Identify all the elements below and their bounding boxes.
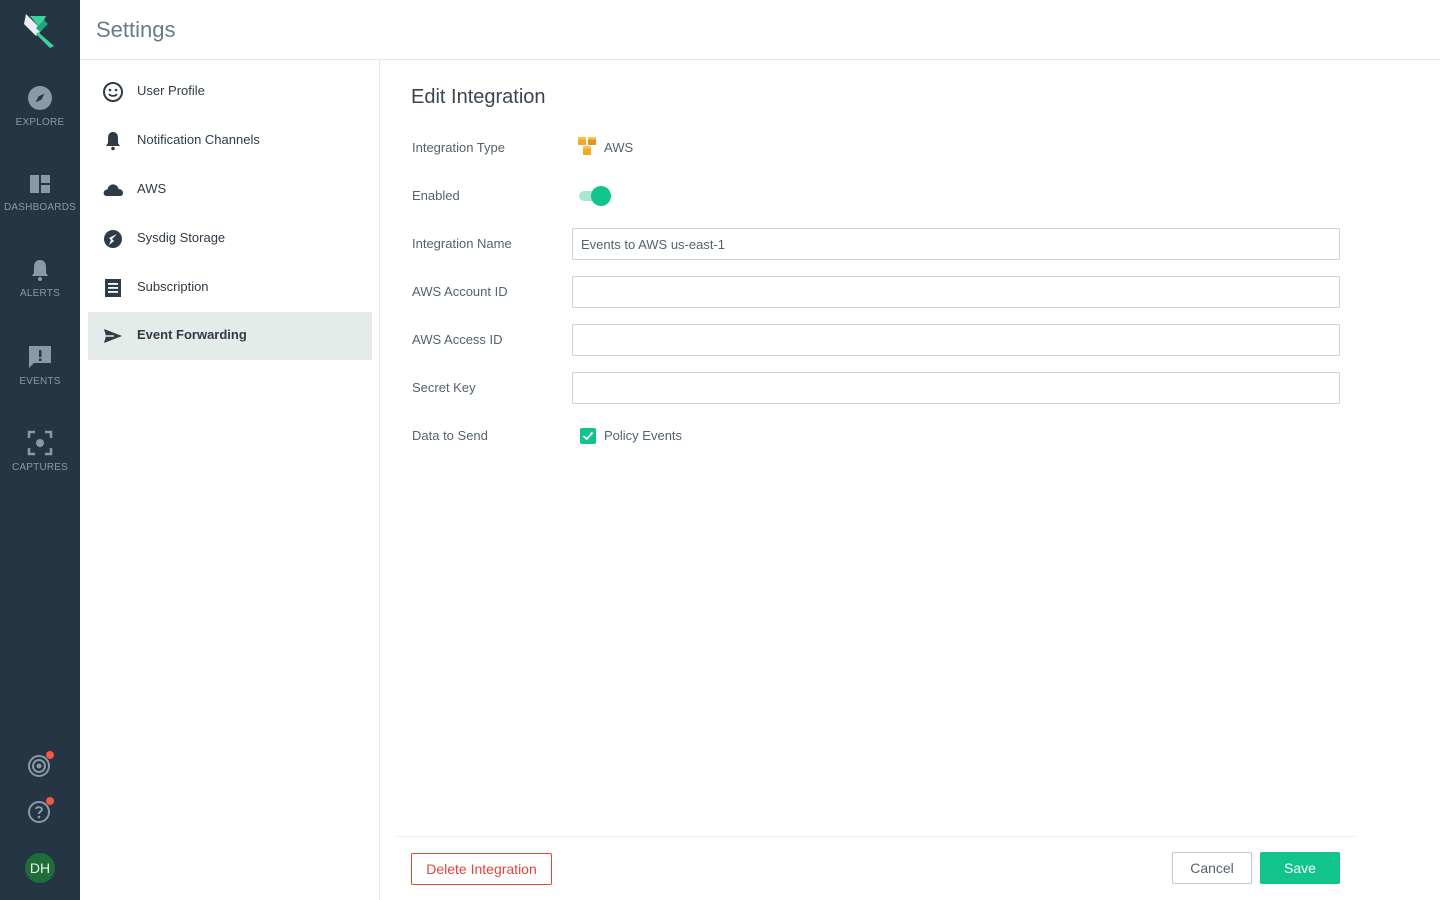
secret-key-input[interactable]: [572, 372, 1340, 404]
rail-label-captures: CAPTURES: [11, 462, 69, 473]
storage-icon: [104, 230, 122, 248]
enabled-toggle[interactable]: [579, 186, 613, 206]
aws-account-id-label: AWS Account ID: [412, 284, 508, 299]
settings-nav-label: User Profile: [137, 83, 205, 98]
integration-name-label: Integration Name: [412, 236, 512, 251]
data-to-send-label: Data to Send: [412, 428, 488, 443]
settings-nav-label: Sysdig Storage: [137, 230, 226, 245]
toggle-knob: [591, 186, 611, 206]
checkmark-icon: [582, 431, 594, 441]
rail-label-dashboards: DASHBOARDS: [3, 202, 76, 213]
smiley-icon: [103, 82, 123, 102]
integration-name-input[interactable]: [572, 228, 1340, 260]
integration-type-value: AWS: [604, 140, 634, 155]
rail-item-captures[interactable]: CAPTURES: [0, 430, 80, 500]
cloud-icon: [103, 184, 123, 196]
rail-item-dashboards[interactable]: DASHBOARDS: [0, 172, 80, 242]
settings-nav-label: Subscription: [137, 279, 209, 294]
settings-nav-item-user-profile[interactable]: User Profile: [88, 68, 372, 116]
settings-nav-label: Notification Channels: [137, 132, 260, 147]
rail-item-alerts[interactable]: ALERTS: [0, 258, 80, 328]
policy-events-checkbox[interactable]: [580, 428, 596, 444]
send-icon: [104, 329, 122, 343]
form-title: Edit Integration: [411, 86, 546, 108]
aws-cubes-icon: [578, 137, 596, 155]
settings-nav: User Profile Notification Channels AWS S…: [80, 60, 380, 900]
rail-label-explore: EXPLORE: [15, 117, 65, 128]
rail-item-events[interactable]: EVENTS: [0, 344, 80, 414]
compass-icon: [28, 86, 52, 110]
user-avatar[interactable]: DH: [25, 853, 55, 883]
settings-nav-item-subscription[interactable]: Subscription: [88, 264, 372, 312]
settings-nav-item-notification-channels[interactable]: Notification Channels: [88, 117, 372, 165]
settings-nav-label: AWS: [137, 181, 167, 196]
notification-dot: [46, 751, 54, 759]
sysdig-logo-icon[interactable]: [20, 10, 60, 50]
aws-account-id-input[interactable]: [572, 276, 1340, 308]
bell-icon: [32, 260, 48, 281]
main-nav-rail: EXPLORE DASHBOARDS ALERTS EVENTS CAPTURE…: [0, 0, 80, 900]
policy-events-label: Policy Events: [604, 428, 683, 443]
settings-nav-item-sysdig-storage[interactable]: Sysdig Storage: [88, 215, 372, 263]
secret-key-label: Secret Key: [412, 380, 476, 395]
save-button[interactable]: Save: [1260, 852, 1340, 884]
settings-nav-item-aws[interactable]: AWS: [88, 166, 372, 214]
activity-target-button[interactable]: [27, 751, 54, 779]
dashboard-icon: [30, 175, 50, 193]
notification-dot: [46, 797, 54, 805]
cancel-button[interactable]: Cancel: [1172, 852, 1252, 884]
bell-icon: [106, 132, 120, 151]
event-alert-icon: [29, 346, 51, 368]
page-title: Settings: [96, 17, 176, 42]
receipt-icon: [105, 279, 121, 297]
footer-divider: [397, 836, 1355, 837]
aws-access-id-label: AWS Access ID: [412, 332, 503, 347]
delete-integration-button[interactable]: Delete Integration: [411, 853, 552, 885]
rail-label-alerts: ALERTS: [20, 288, 60, 299]
edit-integration-panel: Edit Integration Integration Type AWS En…: [381, 60, 1440, 900]
enabled-label: Enabled: [412, 188, 460, 203]
settings-nav-item-event-forwarding[interactable]: Event Forwarding: [88, 312, 372, 360]
help-button[interactable]: [27, 797, 54, 825]
rail-item-explore[interactable]: EXPLORE: [0, 85, 80, 155]
rail-label-events: EVENTS: [19, 376, 61, 387]
integration-type-label: Integration Type: [412, 140, 505, 155]
capture-icon: [27, 430, 53, 456]
page-header: Settings: [80, 0, 1440, 60]
aws-access-id-input[interactable]: [572, 324, 1340, 356]
settings-nav-label: Event Forwarding: [137, 327, 247, 342]
